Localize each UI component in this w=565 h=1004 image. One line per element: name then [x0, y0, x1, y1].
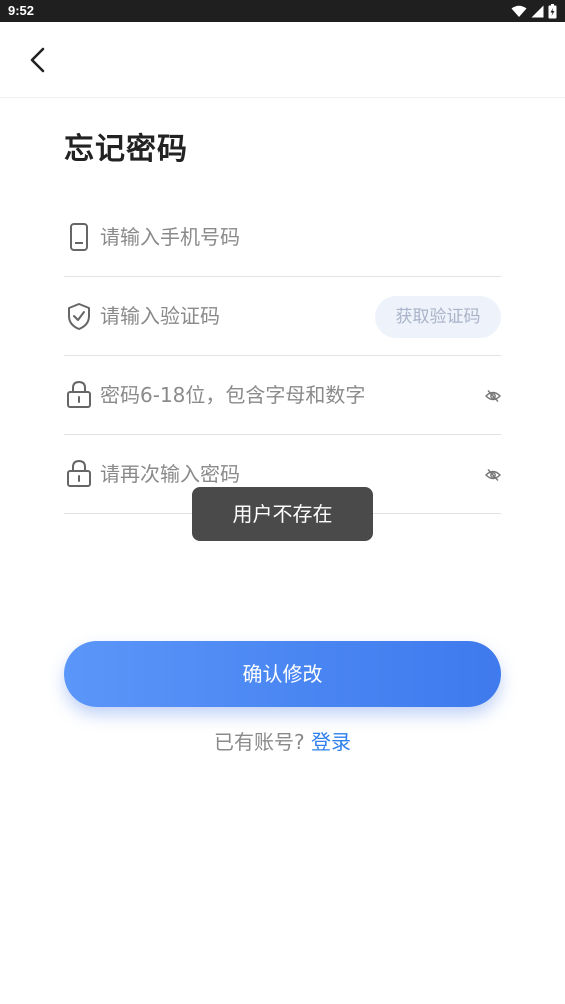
page-title: 忘记密码 [64, 132, 188, 167]
phone-field [64, 197, 501, 277]
password-field [64, 355, 501, 435]
lock-icon [67, 459, 91, 487]
login-row: 已有账号? 登录 [0, 726, 565, 755]
shield-check-icon [68, 303, 90, 330]
eye-off-icon[interactable] [485, 388, 501, 404]
confirm-button[interactable]: 确认修改 [64, 641, 501, 707]
lock-icon [67, 380, 91, 408]
signal-icon [531, 5, 544, 17]
eye-off-icon[interactable] [485, 467, 501, 483]
toolbar [0, 22, 565, 98]
chevron-left-icon [30, 47, 45, 73]
status-bar: 9:52 [0, 0, 565, 22]
status-icons [511, 3, 557, 19]
phone-icon [70, 223, 88, 251]
wifi-icon [511, 5, 527, 17]
has-account-text: 已有账号? [214, 730, 305, 754]
code-field: 获取验证码 [64, 276, 501, 356]
login-link[interactable]: 登录 [311, 730, 351, 754]
back-button[interactable] [22, 44, 54, 76]
toast-message: 用户不存在 [192, 487, 373, 541]
code-input[interactable] [100, 296, 360, 336]
password-input[interactable] [100, 375, 470, 415]
get-code-button[interactable]: 获取验证码 [375, 296, 501, 338]
phone-input[interactable] [100, 217, 400, 257]
battery-icon [548, 3, 557, 18]
status-time: 9:52 [8, 3, 35, 18]
